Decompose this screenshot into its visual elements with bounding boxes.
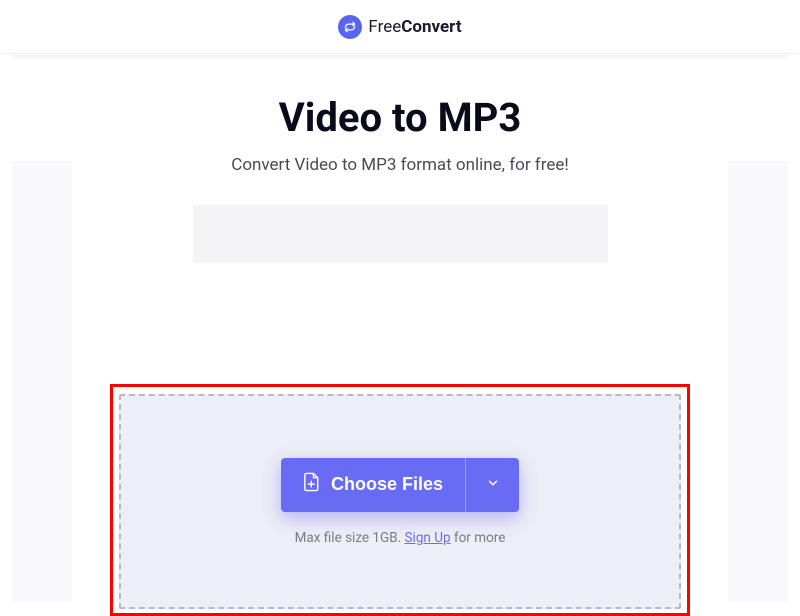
- choose-files-dropdown-button[interactable]: [465, 458, 519, 512]
- side-band-right: [728, 161, 788, 601]
- file-dropzone[interactable]: Choose Files Max file size 1GB. Sign Up …: [119, 394, 681, 609]
- main-content: Video to MP3 Convert Video to MP3 format…: [12, 94, 788, 594]
- ad-placeholder: [193, 205, 608, 263]
- chevron-down-icon: [486, 476, 500, 493]
- note-suffix: for more: [451, 530, 506, 546]
- choose-files-group: Choose Files: [281, 458, 519, 512]
- page-subtitle: Convert Video to MP3 format online, for …: [12, 155, 788, 175]
- file-add-icon: [303, 472, 321, 497]
- logo-icon: [338, 15, 362, 39]
- page-title: Video to MP3: [12, 94, 788, 141]
- choose-files-label: Choose Files: [331, 474, 443, 495]
- logo-text-light: Free: [368, 17, 401, 37]
- side-band-left: [12, 161, 72, 601]
- logo-text-bold: Convert: [401, 17, 461, 37]
- logo-text[interactable]: FreeConvert: [368, 17, 461, 37]
- site-header: FreeConvert: [0, 0, 800, 54]
- header-shadow: [12, 55, 788, 60]
- note-prefix: Max file size 1GB.: [295, 530, 405, 546]
- filesize-note: Max file size 1GB. Sign Up for more: [295, 530, 506, 546]
- choose-files-button[interactable]: Choose Files: [281, 458, 465, 512]
- signup-link[interactable]: Sign Up: [405, 530, 451, 546]
